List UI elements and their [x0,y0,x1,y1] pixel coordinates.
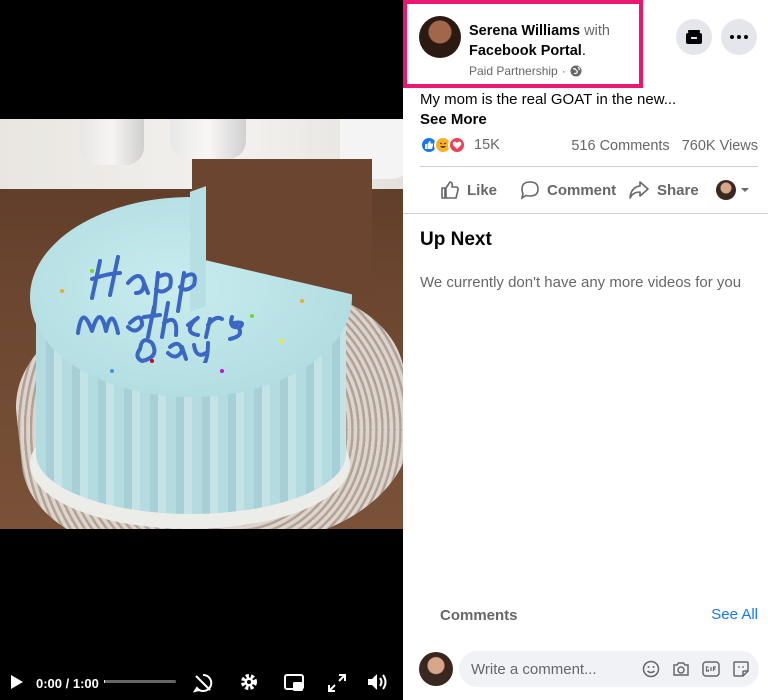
post-author-line: Serena Williams with Facebook Portal. [469,21,610,61]
reaction-profile-selector[interactable] [716,180,750,200]
video-sprinkle [280,339,284,343]
progress-bar-fill [104,680,106,683]
author-avatar[interactable] [419,16,461,58]
camera-button[interactable] [671,659,691,679]
picture-in-picture-icon [284,674,304,691]
post-caption: My mom is the real GOAT in the new... [420,91,677,108]
camera-icon [673,662,689,676]
volume-icon [368,674,387,690]
stats-divider [420,166,758,167]
play-button[interactable] [8,672,26,692]
comment-tools [641,659,751,679]
sponsor-label[interactable]: Paid Partnership [469,64,558,78]
like-label: Like [467,181,498,199]
comment-label: Comment [547,181,617,199]
volume-button[interactable] [365,671,389,693]
partner-name[interactable]: Facebook Portal [469,43,582,59]
settings-button[interactable] [238,671,260,693]
emoji-button[interactable] [641,659,661,679]
video-sprinkle [300,299,304,303]
video-player[interactable]: 0:00 / 1:00 [0,0,403,700]
video-sprinkle [60,289,64,293]
play-icon [11,675,23,689]
up-next-divider [403,213,768,214]
video-sprinkle [220,369,224,373]
partner-suffix: . [581,43,586,59]
video-jar-1 [80,119,144,165]
up-next-empty-message: We currently don't have any more videos … [420,274,742,291]
playback-time: 0:00 / 1:00 [36,676,99,691]
author-name[interactable]: Serena Williams [469,23,580,39]
video-frame[interactable] [0,119,403,529]
post-actions: Like Comment Share [420,172,760,208]
comment-icon [520,181,539,200]
share-icon [629,181,649,199]
sponsor-separator: · [561,64,566,78]
share-label: Share [657,181,699,199]
sticker-icon [733,661,749,677]
love-reaction-icon [448,136,466,154]
see-all-comments-link[interactable]: See All [711,606,758,623]
thumbs-up-icon [441,181,459,199]
video-sprinkle [110,369,114,373]
comment-input[interactable] [471,660,641,678]
caret-down-icon [741,188,749,192]
video-jar-2 [170,119,246,159]
gif-icon [702,661,720,677]
see-more-link[interactable]: See More [420,111,487,128]
sticker-button[interactable] [731,659,751,679]
share-button[interactable]: Share [628,180,699,200]
up-next-title: Up Next [420,229,492,250]
video-sprinkle [250,314,254,318]
comment-button[interactable]: Comment [520,180,616,200]
comment-composer[interactable] [459,651,759,687]
video-sprinkle [150,359,154,363]
commenter-avatar[interactable] [419,652,453,686]
captions-button[interactable] [192,672,214,694]
user-avatar-small [716,180,736,200]
post-stats: 516 Comments 760K Views [571,138,758,154]
post-sidebar: Serena Williams with Facebook Portal. Pa… [403,0,768,700]
comments-count[interactable]: 516 Comments [571,138,669,154]
save-icon [686,30,702,44]
miniplayer-button[interactable] [283,672,305,694]
save-button[interactable] [676,19,712,55]
emoji-icon [642,660,660,678]
gif-button[interactable] [701,659,721,679]
post-header-highlight: Serena Williams with Facebook Portal. Pa… [403,0,643,88]
gear-icon [241,674,257,690]
fullscreen-icon [328,674,346,692]
comments-heading: Comments [440,607,518,624]
more-options-button[interactable] [721,19,757,55]
more-icon [730,35,748,39]
progress-bar[interactable] [104,680,176,683]
like-button[interactable]: Like [440,180,497,200]
fullscreen-button[interactable] [326,672,348,694]
video-cake-writing [76,255,244,363]
video-sprinkle [90,269,94,273]
captions-off-icon [193,673,213,693]
reaction-summary[interactable]: 15K [420,136,500,154]
views-count: 760K Views [681,138,758,154]
reaction-count: 15K [474,137,500,153]
with-text: with [584,23,610,39]
globe-icon [570,65,582,77]
sponsor-line: Paid Partnership · [469,64,582,78]
